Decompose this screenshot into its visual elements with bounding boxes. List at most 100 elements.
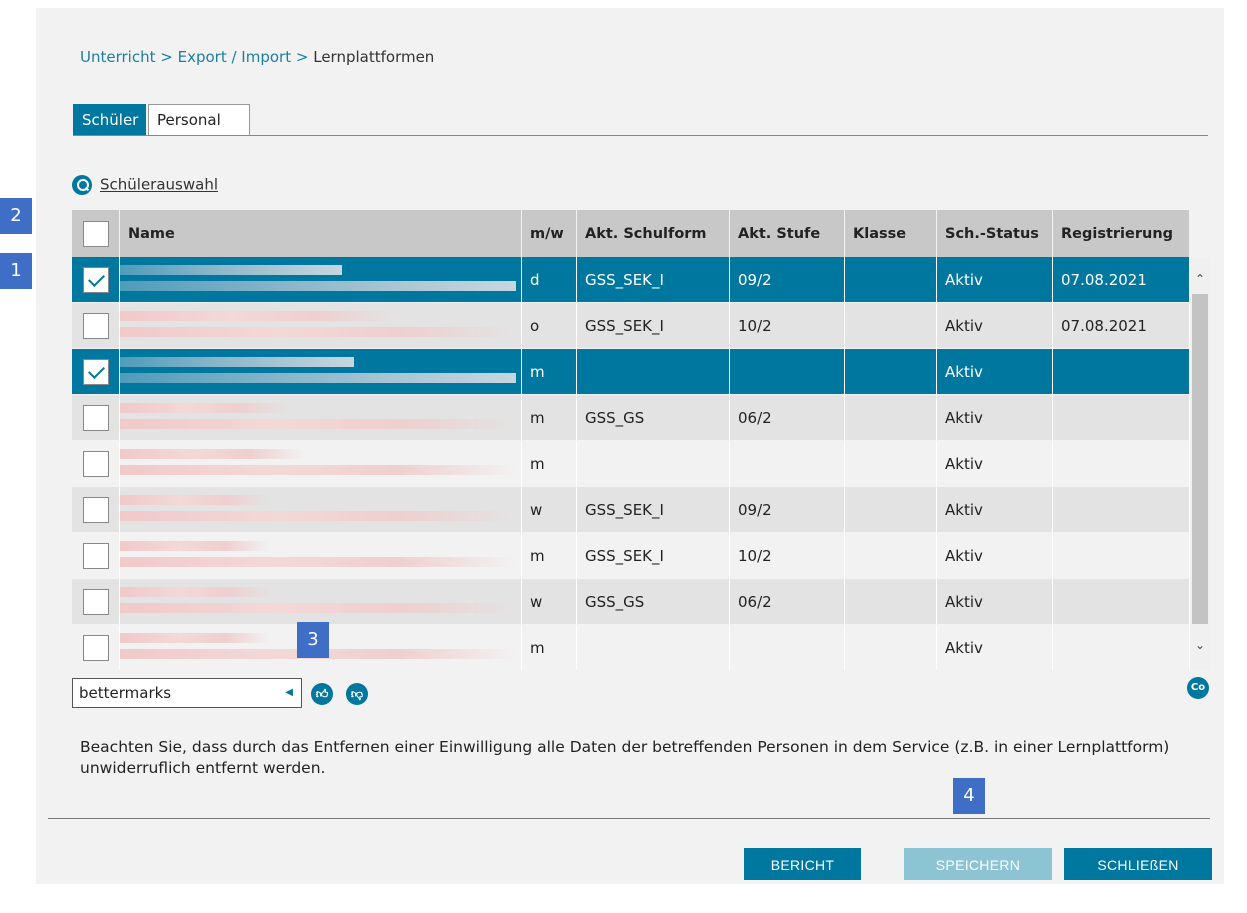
cell-klasse [845,257,937,302]
redacted-name-block [120,419,516,429]
row-checkbox[interactable] [82,450,109,477]
table-row[interactable]: w GSS_GS 06/2 Aktiv [72,579,1190,624]
table-row[interactable]: m GSS_GS 06/2 Aktiv [72,395,1190,440]
cell-status: Aktiv [937,579,1053,624]
thumbs-up-icon[interactable]: 👍︎ [311,683,333,705]
row-checkbox-cell [72,303,120,348]
scroll-up-icon[interactable]: ⌃ [1190,272,1210,286]
row-checkbox[interactable] [82,266,109,293]
row-checkbox[interactable] [82,542,109,569]
schuelerauswahl-label: Schülerauswahl [100,175,218,194]
cell-stufe: 06/2 [730,579,845,624]
schuelerauswahl-link[interactable]: Schülerauswahl [72,175,218,195]
redacted-name-block [120,511,516,521]
cell-klasse [845,579,937,624]
cell-schulform [577,441,730,486]
cell-name-redacted [120,579,522,624]
service-select[interactable]: bettermarks ◀ [72,678,302,708]
row-checkbox[interactable] [82,312,109,339]
redacted-name-block [120,311,398,321]
cell-mw: w [522,487,577,532]
redacted-name-block [120,357,354,367]
cell-stufe: 10/2 [730,533,845,578]
row-checkbox[interactable] [82,404,109,431]
cell-name-redacted [120,533,522,578]
redacted-name-block [120,327,516,337]
column-header-klasse[interactable]: Klasse [845,210,937,257]
table-header: Name m/w Akt. Schulform Akt. Stufe Klass… [72,210,1190,257]
caret-left-icon: ◀ [285,687,293,698]
cell-schulform: GSS_SEK_I [577,487,730,532]
redacted-name-block [120,373,516,383]
cell-registrierung [1053,441,1190,486]
deletion-notice: Beachten Sie, dass durch das Entfernen e… [80,738,1170,777]
tab-schueler[interactable]: Schüler [73,104,146,136]
thumbs-down-icon[interactable]: 👎︎ [346,683,368,705]
column-header-mw[interactable]: m/w [522,210,577,257]
breadcrumb-separator: > [160,48,173,66]
cell-klasse [845,303,937,348]
redacted-name-block [120,449,305,459]
table-row[interactable]: m Aktiv [72,349,1190,394]
cell-registrierung [1053,349,1190,394]
cell-stufe: 06/2 [730,395,845,440]
redacted-name-block [120,495,270,505]
row-checkbox[interactable] [82,588,109,615]
table-row[interactable]: m Aktiv [72,625,1190,670]
cell-registrierung [1053,533,1190,578]
cell-schulform [577,625,730,670]
cell-name-redacted [120,303,522,348]
cell-schulform: GSS_SEK_I [577,303,730,348]
tab-divider [73,135,1208,136]
redacted-name-block [120,265,342,275]
table-row[interactable]: d GSS_SEK_I 09/2 Aktiv 07.08.2021 [72,257,1190,302]
column-header-registrierung[interactable]: Registrierung [1053,210,1190,257]
row-checkbox-cell [72,487,120,532]
cell-klasse [845,487,937,532]
scroll-down-icon[interactable]: ⌄ [1190,638,1210,652]
column-header-status[interactable]: Sch.-Status [937,210,1053,257]
annotation-badge-4: 4 [953,778,985,814]
table-row[interactable]: o GSS_SEK_I 10/2 Aktiv 07.08.2021 [72,303,1190,348]
table-row[interactable]: w GSS_SEK_I 09/2 Aktiv [72,487,1190,532]
select-all-cell [72,210,120,257]
cell-mw: o [522,303,577,348]
cell-status: Aktiv [937,257,1053,302]
report-button[interactable]: BERICHT [744,848,861,880]
co-icon[interactable]: Co [1187,677,1209,699]
select-all-checkbox[interactable] [82,220,109,247]
breadcrumb-export-import[interactable]: Export / Import [178,48,291,66]
column-header-schulform[interactable]: Akt. Schulform [577,210,730,257]
breadcrumb-current: Lernplattformen [313,48,435,66]
annotation-badge-3: 3 [297,622,329,658]
redacted-name-block [120,465,516,475]
cell-status: Aktiv [937,625,1053,670]
row-checkbox-cell [72,533,120,578]
scroll-thumb[interactable] [1192,294,1208,624]
cell-registrierung [1053,579,1190,624]
row-checkbox[interactable] [82,634,109,661]
cell-status: Aktiv [937,395,1053,440]
row-checkbox[interactable] [82,496,109,523]
cell-mw: m [522,441,577,486]
column-header-name[interactable]: Name [120,210,522,257]
close-button[interactable]: SCHLIEßEN [1064,848,1212,880]
breadcrumb: Unterricht > Export / Import > Lernplatt… [80,48,434,66]
redacted-name-block [120,557,516,567]
cell-stufe: 09/2 [730,257,845,302]
cell-name-redacted [120,257,522,302]
column-header-stufe[interactable]: Akt. Stufe [730,210,845,257]
breadcrumb-unterricht[interactable]: Unterricht [80,48,155,66]
table-row[interactable]: m Aktiv [72,441,1190,486]
redacted-name-block [120,587,272,597]
cell-registrierung: 07.08.2021 [1053,303,1190,348]
row-checkbox-cell [72,349,120,394]
tab-personal[interactable]: Personal [148,104,250,136]
cell-stufe [730,349,845,394]
cell-name-redacted [120,441,522,486]
cell-registrierung [1053,487,1190,532]
table-scrollbar[interactable]: ⌃ ⌄ [1190,258,1210,670]
row-checkbox[interactable] [82,358,109,385]
table-row[interactable]: m GSS_SEK_I 10/2 Aktiv [72,533,1190,578]
save-button[interactable]: SPEICHERN [904,848,1052,880]
